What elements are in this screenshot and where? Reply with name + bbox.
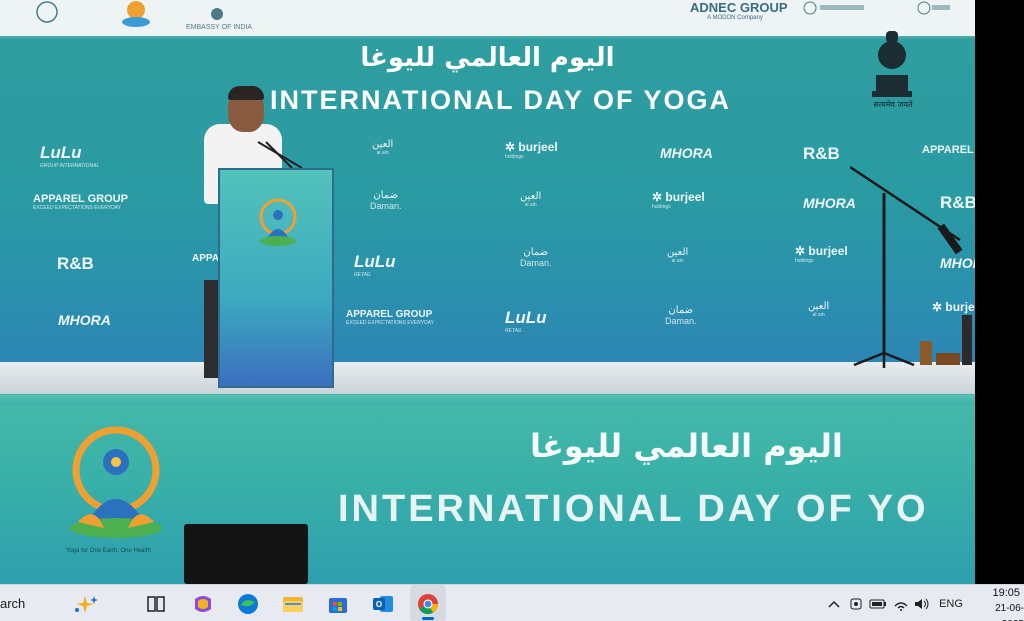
task-view-button[interactable]	[138, 585, 174, 621]
letterbox-right	[975, 0, 1024, 584]
outlook-icon: O	[373, 595, 393, 612]
battery-button[interactable]	[868, 585, 888, 621]
copilot-sparkle-button[interactable]	[68, 585, 104, 621]
sponsor-al-ain-3: العين al ain	[667, 247, 689, 264]
svg-text:O: O	[376, 600, 382, 609]
taskbar: arch O ENG	[0, 584, 1024, 621]
top-logo-right-1	[800, 0, 870, 22]
outlook-button[interactable]: O	[365, 585, 401, 621]
front-arabic-title: اليوم العالمي لليوغا	[530, 427, 843, 465]
sponsor-al-ain: العين al ain	[372, 139, 394, 156]
mic-stand-icon	[850, 165, 972, 368]
sponsor-al-ain-2: العين al ain	[520, 191, 542, 208]
top-logo-yoga-day	[108, 0, 164, 32]
video-frame[interactable]: EMBASSY OF INDIA ADNEC GROUP A MODON Com…	[0, 0, 975, 584]
chrome-button[interactable]	[410, 585, 446, 621]
clock-date: 21-06-2025	[995, 603, 1024, 621]
sponsor-burjeel-2: ✲ burjeel holdings	[652, 190, 705, 210]
show-hidden-icons-button[interactable]	[826, 585, 842, 621]
sponsor-apparel-top-right: APPAREL GROUP	[922, 144, 975, 156]
search-label: arch	[0, 596, 26, 611]
battery-icon	[869, 599, 886, 608]
sponsor-burjeel: ✲ burjeel holdings	[505, 140, 558, 160]
speaker-icon	[915, 598, 929, 609]
sponsor-daman-3: ضمان Daman.	[665, 305, 697, 326]
chrome-icon	[418, 593, 439, 614]
sponsor-apparel-group-2: APPAREL GROUP EXCEED EXPECTATIONS EVERYDA…	[346, 309, 434, 326]
adnec-label: ADNEC GROUP	[690, 0, 788, 15]
copilot-icon	[195, 595, 211, 612]
yoga-tagline: Yoga for One Earth, One Health	[66, 548, 151, 554]
clock[interactable]: 19:05 21-06-2025	[980, 585, 1024, 621]
sponsor-apparel-group: APPAREL GROUP EXCEED EXPECTATIONS EVERYDA…	[33, 193, 128, 211]
top-logo-right-2	[912, 0, 952, 22]
language-label: ENG	[939, 597, 963, 610]
embassy-logo: EMBASSY OF INDIA	[186, 6, 252, 31]
camera-icon	[850, 598, 862, 609]
store-button[interactable]	[320, 585, 356, 621]
wifi-button[interactable]	[892, 585, 910, 621]
store-icon	[329, 597, 347, 613]
sponsor-al-ain-4: العين al ain	[808, 301, 830, 318]
floor-speaker	[184, 524, 308, 584]
stage-edge	[0, 395, 975, 405]
speaker-legs	[204, 280, 218, 378]
sponsor-lulu-retail: LuLu RETAIL	[354, 252, 396, 278]
volume-button[interactable]	[912, 585, 932, 621]
sponsor-burjeel-3: ✲ burjeel holdings	[795, 244, 848, 264]
adnec-logo: ADNEC GROUP A MODON Company	[690, 0, 788, 21]
sponsor-rnb: R&B	[803, 144, 840, 163]
stage-floor	[0, 362, 975, 396]
sponsor-daman-2: ضمان Daman.	[520, 247, 552, 268]
wifi-icon	[894, 601, 908, 611]
sparkle-icon	[75, 595, 98, 613]
front-english-title: INTERNATIONAL DAY OF YO	[338, 488, 929, 530]
sponsor-lulu-group: LuLu GROUP INTERNATIONAL	[40, 143, 100, 169]
camera-status-button[interactable]	[847, 585, 865, 621]
edge-button[interactable]	[230, 585, 266, 621]
chevron-up-icon	[828, 600, 840, 608]
clock-time: 19:05	[992, 587, 1020, 599]
arabic-title: اليوم العالمي لليوغا	[360, 43, 615, 73]
speaker-hair	[228, 86, 264, 100]
sponsor-mhora: MHORA	[660, 145, 713, 161]
yoga-day-podium-logo-icon	[259, 198, 297, 246]
sponsor-mhora-4: MHORA	[58, 312, 111, 328]
english-title: INTERNATIONAL DAY OF YOGA	[270, 85, 732, 115]
search-box[interactable]: arch	[0, 585, 64, 621]
sponsor-rnb-3: R&B	[57, 254, 94, 273]
copilot-button[interactable]	[185, 585, 221, 621]
screen: EMBASSY OF INDIA ADNEC GROUP A MODON Com…	[0, 0, 1024, 621]
yoga-day-logo-icon	[70, 426, 162, 538]
embassy-label: EMBASSY OF INDIA	[186, 24, 252, 31]
top-logo-emblem-left	[22, 0, 72, 32]
file-explorer-button[interactable]	[275, 585, 311, 621]
folder-icon	[283, 596, 303, 612]
podium-microphone-icon	[257, 141, 303, 169]
edge-icon	[238, 593, 258, 614]
emblem-caption: सत्यमेव जयते	[873, 100, 913, 109]
language-indicator[interactable]: ENG	[936, 585, 966, 621]
modon-label: A MODON Company	[707, 15, 763, 21]
sponsor-daman: ضمان Daman.	[370, 190, 402, 211]
sponsor-mhora-2: MHORA	[803, 195, 856, 211]
sponsor-lulu-retail-2: LuLu RETAIL	[505, 308, 547, 334]
task-view-icon	[147, 595, 165, 612]
